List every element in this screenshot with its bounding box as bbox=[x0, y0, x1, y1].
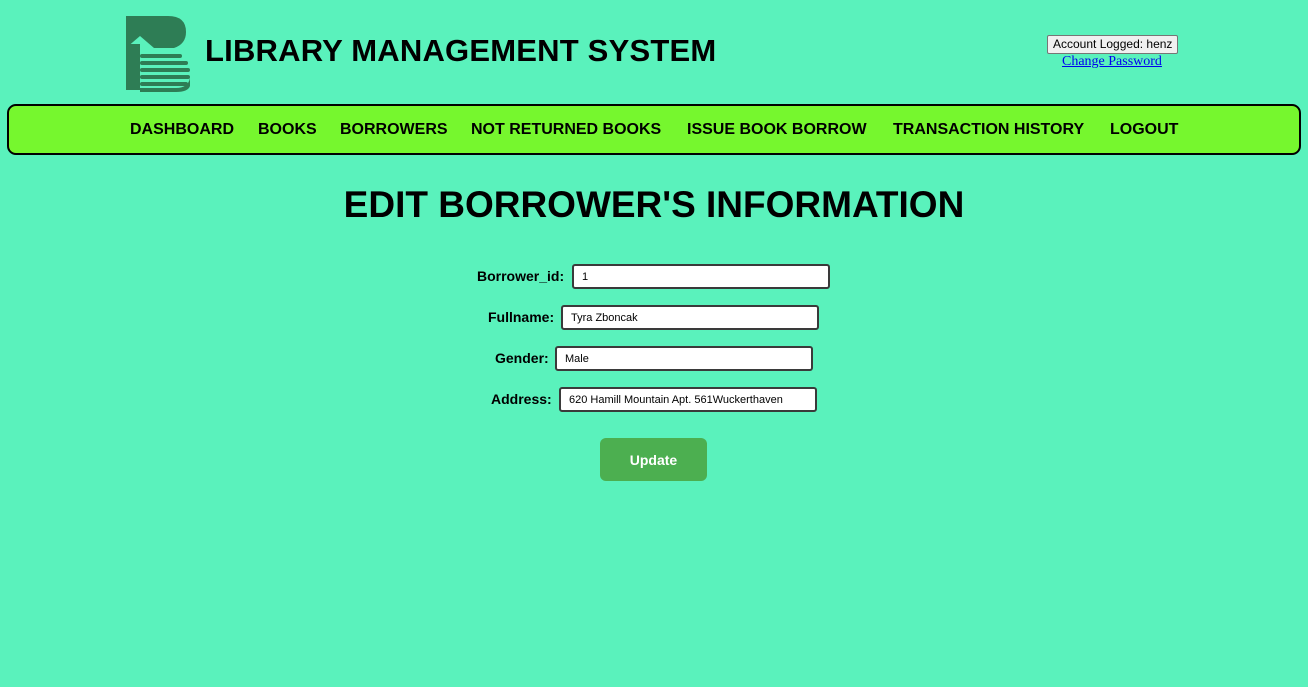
fullname-label: Fullname: bbox=[488, 309, 555, 325]
account-logged-badge: Account Logged: henz bbox=[1047, 35, 1179, 54]
change-password-link[interactable]: Change Password bbox=[1062, 54, 1162, 70]
nav-books[interactable]: BOOKS bbox=[258, 121, 317, 139]
borrower-id-label: Borrower_id: bbox=[477, 268, 565, 284]
borrower-id-input[interactable] bbox=[572, 264, 830, 289]
address-label: Address: bbox=[491, 391, 552, 407]
site-title: LIBRARY MANAGEMENT SYSTEM bbox=[205, 33, 717, 68]
nav-transaction-history[interactable]: TRANSACTION HISTORY bbox=[893, 121, 1084, 139]
site-header: LIBRARY MANAGEMENT SYSTEM Account Logged… bbox=[0, 0, 1308, 100]
update-button[interactable]: Update bbox=[600, 438, 707, 481]
gender-input[interactable] bbox=[555, 346, 813, 371]
nav-logout[interactable]: LOGOUT bbox=[1110, 121, 1178, 139]
address-input[interactable] bbox=[559, 387, 817, 412]
nav-not-returned-books[interactable]: NOT RETURNED BOOKS bbox=[471, 121, 661, 139]
main-navbar: DASHBOARD BOOKS BORROWERS NOT RETURNED B… bbox=[7, 104, 1301, 155]
gender-label: Gender: bbox=[495, 350, 549, 366]
nav-dashboard[interactable]: DASHBOARD bbox=[130, 121, 234, 139]
page-title: EDIT BORROWER'S INFORMATION bbox=[343, 184, 965, 225]
book-b-logo-icon bbox=[126, 16, 190, 92]
nav-issue-book-borrow[interactable]: ISSUE BOOK BORROW bbox=[687, 121, 867, 139]
fullname-input[interactable] bbox=[561, 305, 819, 330]
nav-borrowers[interactable]: BORROWERS bbox=[340, 121, 448, 139]
